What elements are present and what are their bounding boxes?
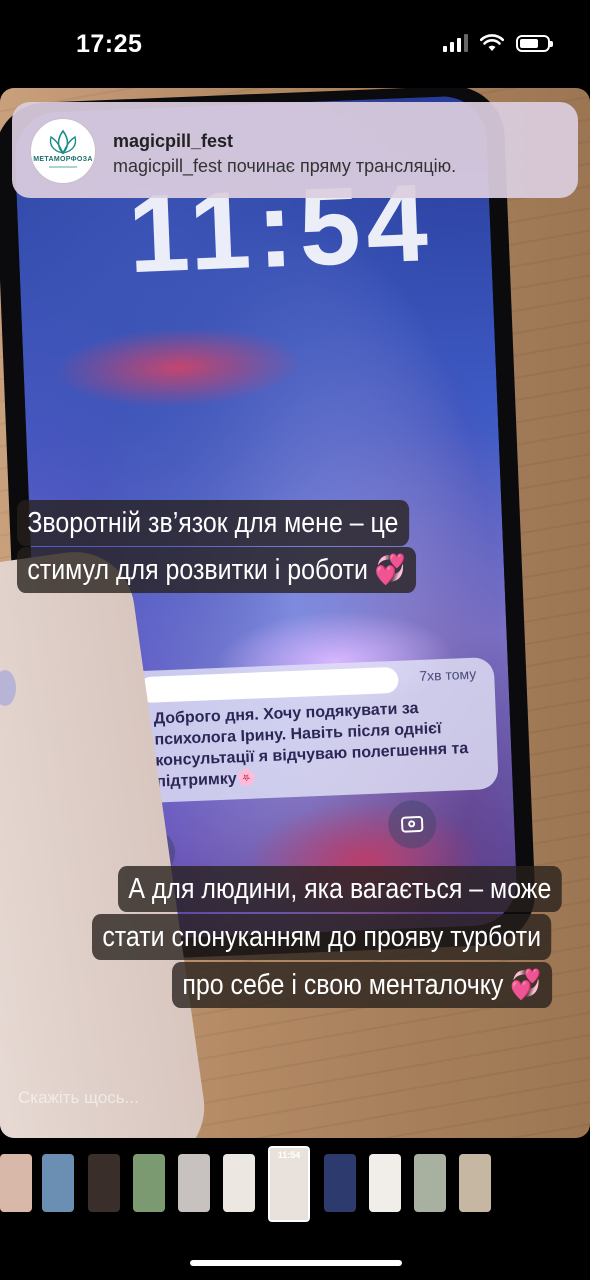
heart-emoji-icon: 💞 bbox=[510, 969, 542, 1001]
caption-line: А для людини, яка вагається – може bbox=[118, 866, 562, 912]
status-bar: 17:25 bbox=[0, 0, 590, 90]
thumbnail-clock: 11:54 bbox=[277, 1150, 301, 1160]
reply-input[interactable]: Скажіть щось... bbox=[18, 1088, 139, 1108]
home-indicator[interactable] bbox=[190, 1260, 402, 1266]
story-thumbnail[interactable] bbox=[0, 1154, 32, 1212]
story-thumbnail[interactable] bbox=[88, 1154, 120, 1212]
story-thumbnail[interactable] bbox=[133, 1154, 165, 1212]
story-thumbnail[interactable] bbox=[459, 1154, 491, 1212]
status-icons bbox=[443, 34, 553, 52]
cellular-signal-icon bbox=[443, 34, 468, 52]
story-thumbnail[interactable] bbox=[178, 1154, 210, 1212]
story-thumbnail-strip[interactable]: 11:54 bbox=[0, 1146, 590, 1226]
notification-time: 7хв тому bbox=[418, 665, 477, 684]
app-avatar: МЕТАМОРФОЗА bbox=[30, 118, 96, 184]
story-thumbnail[interactable] bbox=[223, 1154, 255, 1212]
caption-line: стимул для розвитки і роботи 💞 bbox=[17, 547, 417, 593]
story-thumbnail[interactable] bbox=[414, 1154, 446, 1212]
app-logo-text: МЕТАМОРФОЗА bbox=[33, 156, 93, 163]
story-thumbnail[interactable] bbox=[369, 1154, 401, 1212]
heart-emoji-icon: 💞 bbox=[374, 554, 406, 586]
live-notification-banner[interactable]: МЕТАМОРФОЗА magicpill_fest magicpill_fes… bbox=[12, 102, 578, 198]
story-thumbnail[interactable] bbox=[324, 1154, 356, 1212]
status-time: 17:25 bbox=[76, 30, 143, 58]
caption-line: стати спонуканням до прояву турботи bbox=[92, 914, 552, 960]
redacted-sender bbox=[138, 666, 399, 704]
caption-line: про себе і свою менталочку 💞 bbox=[172, 962, 552, 1008]
banner-body: magicpill_fest починає пряму трансляцію. bbox=[113, 156, 457, 176]
battery-icon bbox=[516, 34, 553, 52]
wifi-icon bbox=[480, 34, 504, 51]
story-thumbnail[interactable] bbox=[42, 1154, 74, 1212]
banner-title: magicpill_fest bbox=[113, 131, 234, 151]
lotus-logo-icon bbox=[49, 129, 77, 168]
story-thumbnail-active[interactable]: 11:54 bbox=[268, 1146, 310, 1222]
caption-line: Зворотній зв’язок для мене – це bbox=[17, 500, 409, 546]
notification-text: Доброго дня. Хочу подякувати за психолог… bbox=[153, 699, 469, 791]
